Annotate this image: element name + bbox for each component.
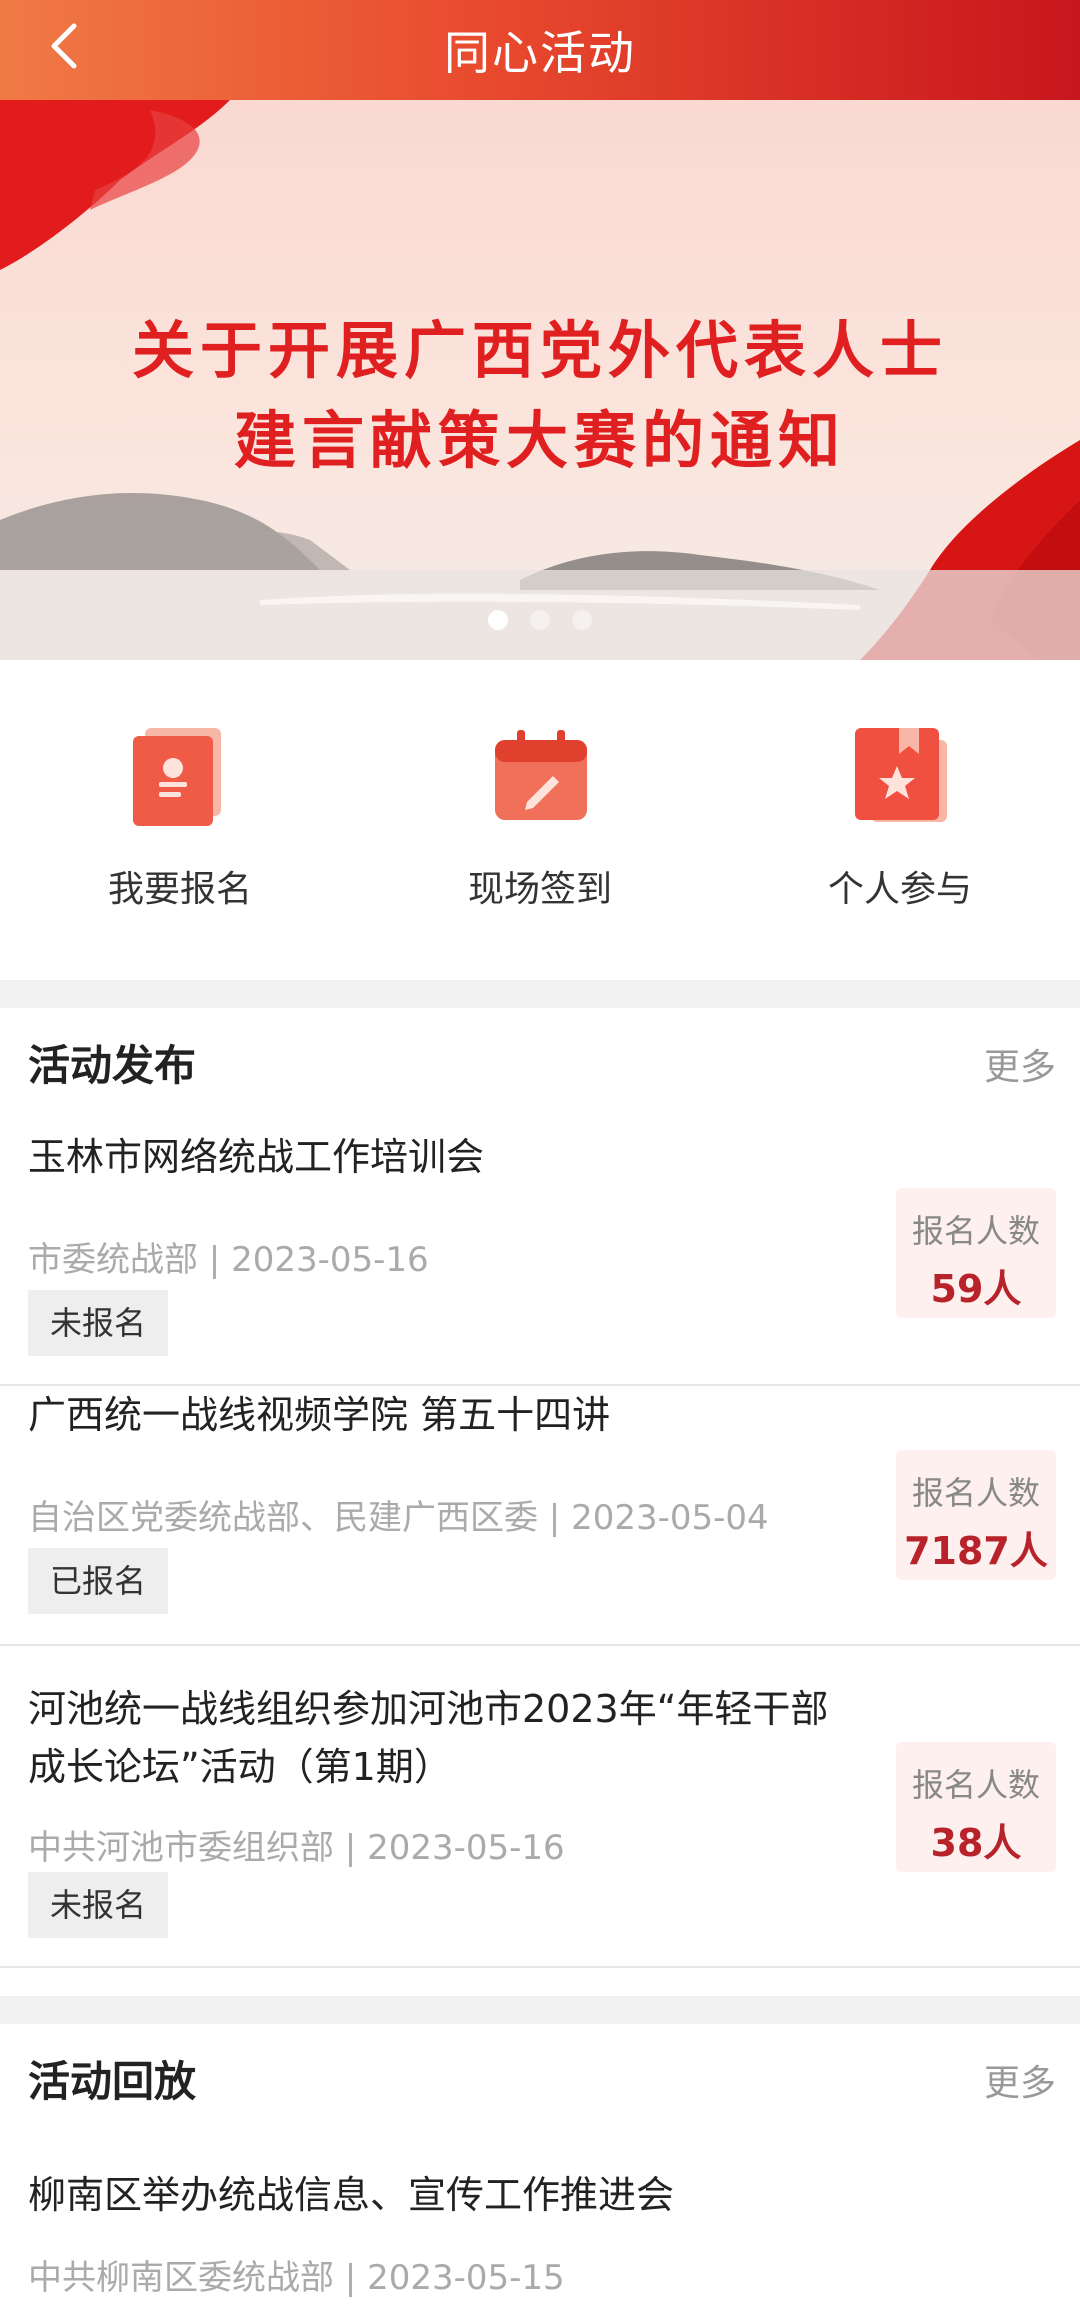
item-meta: 中共柳南区委统战部 | 2023-05-15 xyxy=(28,2258,565,2298)
count-value: 7187人 xyxy=(904,1529,1048,1573)
more-link[interactable]: 更多 xyxy=(984,2054,1056,2106)
count-value: 59人 xyxy=(930,1267,1022,1311)
status-badge: 未报名 xyxy=(28,1290,169,1356)
item-meta: 中共河池市委组织部 | 2023-05-16 xyxy=(28,1828,565,1868)
bookmark-star-icon xyxy=(855,728,947,822)
count-label: 报名人数 xyxy=(911,1766,1040,1804)
banner-carousel[interactable]: 关于开展广西党外代表人士 建言献策大赛的通知 xyxy=(0,100,1080,660)
carousel-dot-active[interactable] xyxy=(488,610,508,630)
more-link[interactable]: 更多 xyxy=(984,1038,1056,1090)
count-label: 报名人数 xyxy=(911,1212,1040,1250)
status-badge: 已报名 xyxy=(28,1548,169,1614)
calendar-checkin-icon xyxy=(495,730,587,820)
item-title: 广西统一战线视频学院 第五十四讲 xyxy=(28,1393,611,1437)
registration-icon xyxy=(133,728,221,826)
quick-actions: 我要报名 现场签到 个人参与 xyxy=(0,660,1080,980)
signup-count-box: 报名人数 7187人 xyxy=(896,1450,1056,1580)
carousel-dot[interactable] xyxy=(572,610,592,630)
banner-title-line-2: 建言献策大赛的通知 xyxy=(233,404,846,477)
count-value: 38人 xyxy=(930,1821,1022,1865)
item-title: 河池统一战线组织参加河池市2023年“年轻干部成长论坛”活动（第1期） xyxy=(28,1687,829,1789)
list-item[interactable]: 河池统一战线组织参加河池市2023年“年轻干部成长论坛”活动（第1期） 中共河池… xyxy=(0,1646,1080,1968)
list-item[interactable]: 广西统一战线视频学院 第五十四讲 自治区党委统战部、民建广西区委 | 2023-… xyxy=(0,1386,1080,1646)
signup-count-box: 报名人数 38人 xyxy=(896,1742,1056,1872)
status-badge: 未报名 xyxy=(28,1872,169,1938)
activity-replay-header: 活动回放 更多 xyxy=(0,2024,1080,2124)
section-title: 活动发布 xyxy=(28,1041,197,1090)
carousel-dot[interactable] xyxy=(530,610,550,630)
activity-publish-header: 活动发布 更多 xyxy=(0,1008,1080,1108)
page-title: 同心活动 xyxy=(444,26,636,80)
app-header: 同心活动 xyxy=(0,0,1080,100)
item-title: 柳南区举办统战信息、宣传工作推进会 xyxy=(28,2173,675,2217)
count-label: 报名人数 xyxy=(911,1474,1040,1512)
carousel-indicators xyxy=(0,610,1080,630)
quick-action-checkin[interactable]: 现场签到 xyxy=(390,660,690,912)
quick-action-register[interactable]: 我要报名 xyxy=(30,660,330,912)
quick-action-label: 个人参与 xyxy=(827,869,972,910)
list-item[interactable]: 柳南区举办统战信息、宣传工作推进会 中共柳南区委统战部 | 2023-05-15 xyxy=(0,2150,1080,2308)
signup-count-box: 报名人数 59人 xyxy=(896,1188,1056,1318)
section-title: 活动回放 xyxy=(28,2057,197,2106)
list-item[interactable]: 玉林市网络统战工作培训会 市委统战部 | 2023-05-16 未报名 报名人数… xyxy=(0,1128,1080,1386)
item-title: 玉林市网络统战工作培训会 xyxy=(28,1135,485,1179)
quick-action-label: 我要报名 xyxy=(107,869,252,910)
item-meta: 自治区党委统战部、民建广西区委 | 2023-05-04 xyxy=(28,1498,769,1538)
item-meta: 市委统战部 | 2023-05-16 xyxy=(28,1240,429,1280)
back-arrow-icon[interactable] xyxy=(36,16,96,76)
banner-title-line-1: 关于开展广西党外代表人士 xyxy=(131,314,948,387)
quick-action-label: 现场签到 xyxy=(467,869,612,910)
quick-action-participation[interactable]: 个人参与 xyxy=(750,660,1050,912)
section-divider xyxy=(0,1996,1080,2024)
section-divider xyxy=(0,980,1080,1008)
